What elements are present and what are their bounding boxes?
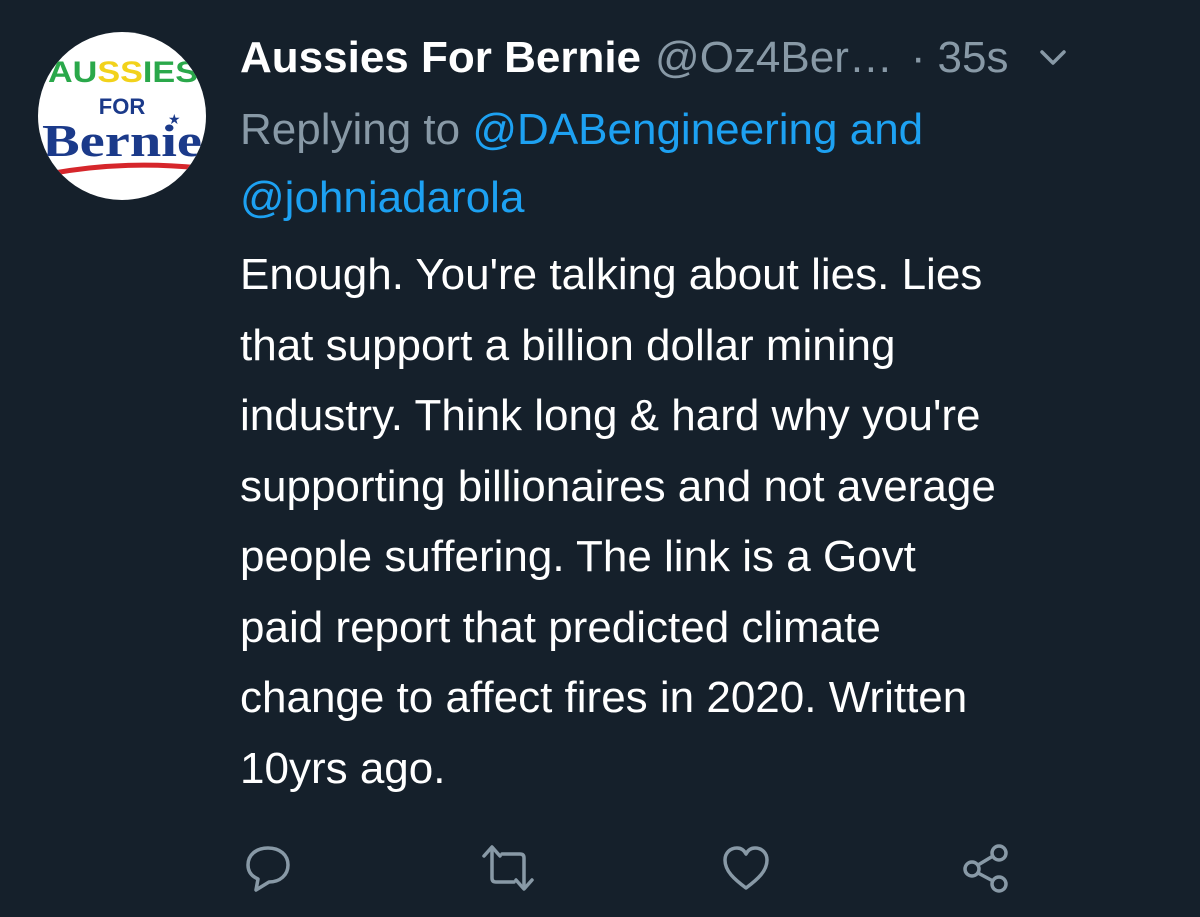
avatar[interactable]: AU SS IES FOR Bernie ★ (38, 32, 206, 200)
tweet[interactable]: AU SS IES FOR Bernie ★ Aussies For Bernie … (0, 0, 1200, 917)
tweet-text-line: people suffering. The link is a Govt (240, 532, 916, 581)
mention-dabengineering[interactable]: @DABengineering (472, 105, 837, 154)
retweet-button[interactable] (480, 840, 536, 896)
tweet-text-line: Enough. You're talking about lies. Lies (240, 250, 983, 299)
tweet-text-line: industry. Think long & hard why you're (240, 391, 981, 440)
chevron-down-icon[interactable] (1036, 41, 1070, 75)
mention-conjunction[interactable]: and (850, 105, 923, 154)
tweet-text-line: that support a billion dollar mining (240, 320, 896, 370)
replying-to: Replying to @DABengineering and @johniad… (240, 96, 1160, 232)
heart-icon (723, 846, 769, 890)
like-button[interactable] (718, 840, 774, 896)
tweet-header: Aussies For Bernie @Oz4Ber… · 35s (240, 28, 1170, 88)
user-handle[interactable]: @Oz4Ber… (655, 28, 893, 88)
separator-dot: · (910, 33, 926, 82)
tweet-text-line: supporting billionaires and not average (240, 461, 996, 511)
svg-text:★: ★ (168, 112, 181, 128)
share-button[interactable] (958, 840, 1014, 896)
retweet-icon (482, 845, 534, 891)
tweet-actions (240, 840, 1040, 900)
svg-text:AUSSIES: AU SS IES (48, 56, 198, 89)
reply-icon (246, 846, 290, 892)
tweet-text-line: 10yrs ago. (240, 743, 446, 793)
display-name[interactable]: Aussies For Bernie (240, 28, 641, 88)
tweet-text-line: change to affect fires in 2020. Written (240, 673, 968, 722)
mention-johniadarola[interactable]: @johniadarola (240, 173, 524, 222)
tweet-text-line: paid report that predicted climate (240, 602, 881, 652)
tweet-text: Enough. You're talking about lies. Lies … (240, 240, 1180, 804)
aussies-for-bernie-logo: AU SS IES FOR Bernie ★ (42, 56, 202, 177)
timestamp[interactable]: 35s (938, 28, 1009, 88)
share-icon (963, 844, 1008, 893)
reply-button[interactable] (240, 840, 296, 896)
replying-to-label: Replying to (240, 105, 461, 154)
